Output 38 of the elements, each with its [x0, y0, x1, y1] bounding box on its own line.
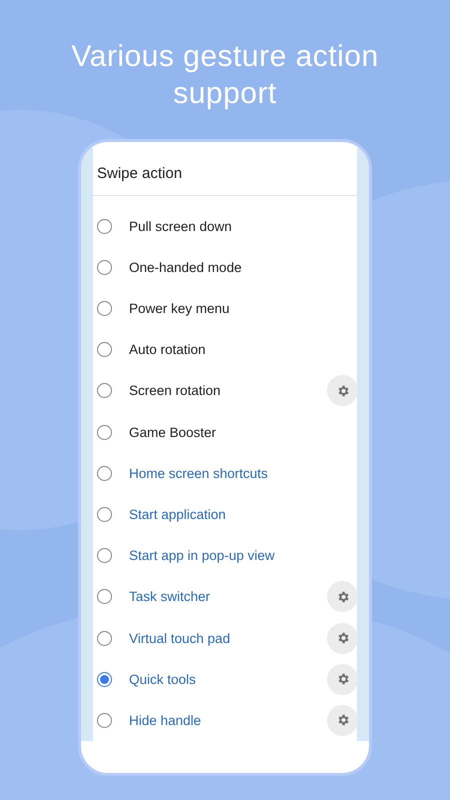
settings-icon [336, 384, 350, 398]
radio-button[interactable] [97, 218, 112, 234]
settings-button[interactable] [327, 375, 358, 406]
radio-button[interactable] [97, 712, 112, 728]
option-label[interactable]: Start application [129, 506, 357, 522]
radio-button[interactable] [97, 672, 112, 687]
settings-icon [336, 590, 350, 604]
settings-button[interactable] [327, 581, 358, 612]
option-label[interactable]: Game Booster [129, 424, 357, 440]
settings-icon [336, 672, 350, 686]
radio-button[interactable] [97, 260, 112, 275]
option-label[interactable]: Screen rotation [129, 383, 327, 398]
radio-button[interactable] [97, 589, 112, 604]
option-label[interactable]: Virtual touch pad [129, 630, 327, 646]
radio-button[interactable] [97, 301, 112, 316]
screen-title: Swipe action [93, 148, 357, 196]
settings-button[interactable] [327, 664, 358, 695]
radio-button[interactable] [97, 466, 112, 481]
option-label[interactable]: Auto rotation [129, 342, 357, 358]
option-label[interactable]: Home screen shortcuts [129, 466, 357, 481]
option-label[interactable]: Pull screen down [129, 218, 357, 234]
option-label[interactable]: Hide handle [129, 712, 327, 728]
radio-button[interactable] [97, 424, 112, 440]
headline: Various gesture action support [70, 39, 380, 112]
option-label[interactable]: Quick tools [129, 672, 327, 687]
option-label[interactable]: One-handed mode [129, 260, 357, 275]
option-label[interactable]: Power key menu [129, 301, 357, 316]
option-label[interactable]: Start app in pop-up view [129, 548, 357, 564]
radio-button[interactable] [97, 383, 112, 398]
radio-button[interactable] [97, 548, 112, 564]
radio-button[interactable] [97, 630, 112, 646]
settings-icon [336, 713, 350, 728]
option-label[interactable]: Task switcher [129, 589, 327, 604]
settings-button[interactable] [327, 704, 358, 736]
radio-button[interactable] [97, 342, 112, 358]
settings-button[interactable] [327, 622, 358, 654]
radio-button[interactable] [97, 506, 112, 522]
settings-icon [336, 631, 350, 646]
